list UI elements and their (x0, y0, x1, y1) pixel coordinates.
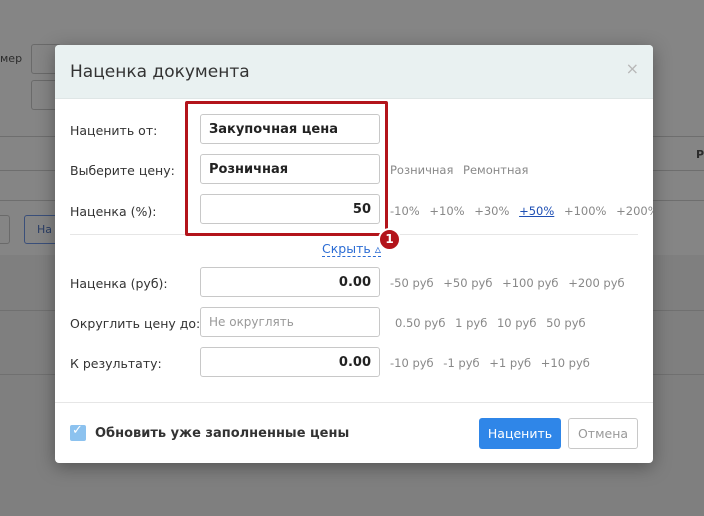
rub-chip[interactable]: -50 руб (390, 276, 434, 290)
round-chip[interactable]: 0.50 руб (395, 316, 445, 330)
price-option[interactable]: Розничная (390, 163, 453, 177)
background-column-header: Р (695, 148, 704, 161)
dialog-title: Наценка документа (70, 62, 250, 82)
percent-chip[interactable]: +10% (429, 204, 464, 218)
background-button (0, 215, 10, 244)
update-prices-label[interactable]: Обновить уже заполненные цены (95, 426, 349, 441)
round-chips: 0.50 руб 1 руб 10 руб 50 руб (395, 316, 592, 330)
result-chips: -10 руб -1 руб +1 руб +10 руб (390, 356, 596, 370)
round-label: Округлить цену до: (70, 316, 201, 331)
background-label: мер (0, 52, 23, 65)
markup-rub-label: Наценка (руб): (70, 276, 168, 291)
close-icon[interactable]: × (626, 59, 639, 78)
result-chip[interactable]: -1 руб (443, 356, 479, 370)
price-options: Розничная Ремонтная (390, 163, 534, 177)
percent-chip[interactable]: +200% (616, 204, 653, 218)
price-option[interactable]: Ремонтная (463, 163, 528, 177)
footer-divider (55, 402, 653, 403)
result-chip[interactable]: +10 руб (541, 356, 590, 370)
percent-chip[interactable]: +100% (564, 204, 607, 218)
round-chip[interactable]: 10 руб (497, 316, 537, 330)
markup-rub-input[interactable]: 0.00 (200, 267, 380, 297)
rub-chip[interactable]: +50 руб (443, 276, 492, 290)
markup-dialog: Наценка документа × Наценить от: Закупоч… (55, 45, 653, 463)
select-price-label: Выберите цену: (70, 163, 175, 178)
markup-from-label: Наценить от: (70, 123, 158, 138)
round-chip[interactable]: 1 руб (455, 316, 487, 330)
result-input[interactable]: 0.00 (200, 347, 380, 377)
round-chip[interactable]: 50 руб (546, 316, 586, 330)
annotation-highlight-box (185, 101, 388, 236)
check-icon: ✓ (72, 423, 83, 438)
result-chip[interactable]: -10 руб (390, 356, 434, 370)
update-prices-checkbox[interactable]: ✓ (70, 423, 86, 441)
percent-chip[interactable]: -10% (390, 204, 420, 218)
dialog-header: Наценка документа × (55, 45, 653, 99)
background-button-label: На (37, 223, 53, 236)
markup-percent-label: Наценка (%): (70, 204, 157, 219)
hide-link[interactable]: Скрыть ▵ (322, 241, 381, 257)
rub-chips: -50 руб +50 руб +100 руб +200 руб (390, 276, 631, 290)
annotation-badge: 1 (378, 228, 401, 251)
percent-chip[interactable]: +30% (474, 204, 509, 218)
round-input[interactable]: Не округлять (200, 307, 380, 337)
percent-chip-active[interactable]: +50% (519, 204, 554, 218)
rub-chip[interactable]: +200 руб (568, 276, 624, 290)
result-label: К результату: (70, 356, 162, 371)
rub-chip[interactable]: +100 руб (502, 276, 558, 290)
percent-chips: -10% +10% +30% +50% +100% +200% (390, 204, 653, 218)
apply-markup-button[interactable]: Наценить (479, 418, 561, 449)
result-chip[interactable]: +1 руб (489, 356, 531, 370)
cancel-button[interactable]: Отмена (568, 418, 638, 449)
